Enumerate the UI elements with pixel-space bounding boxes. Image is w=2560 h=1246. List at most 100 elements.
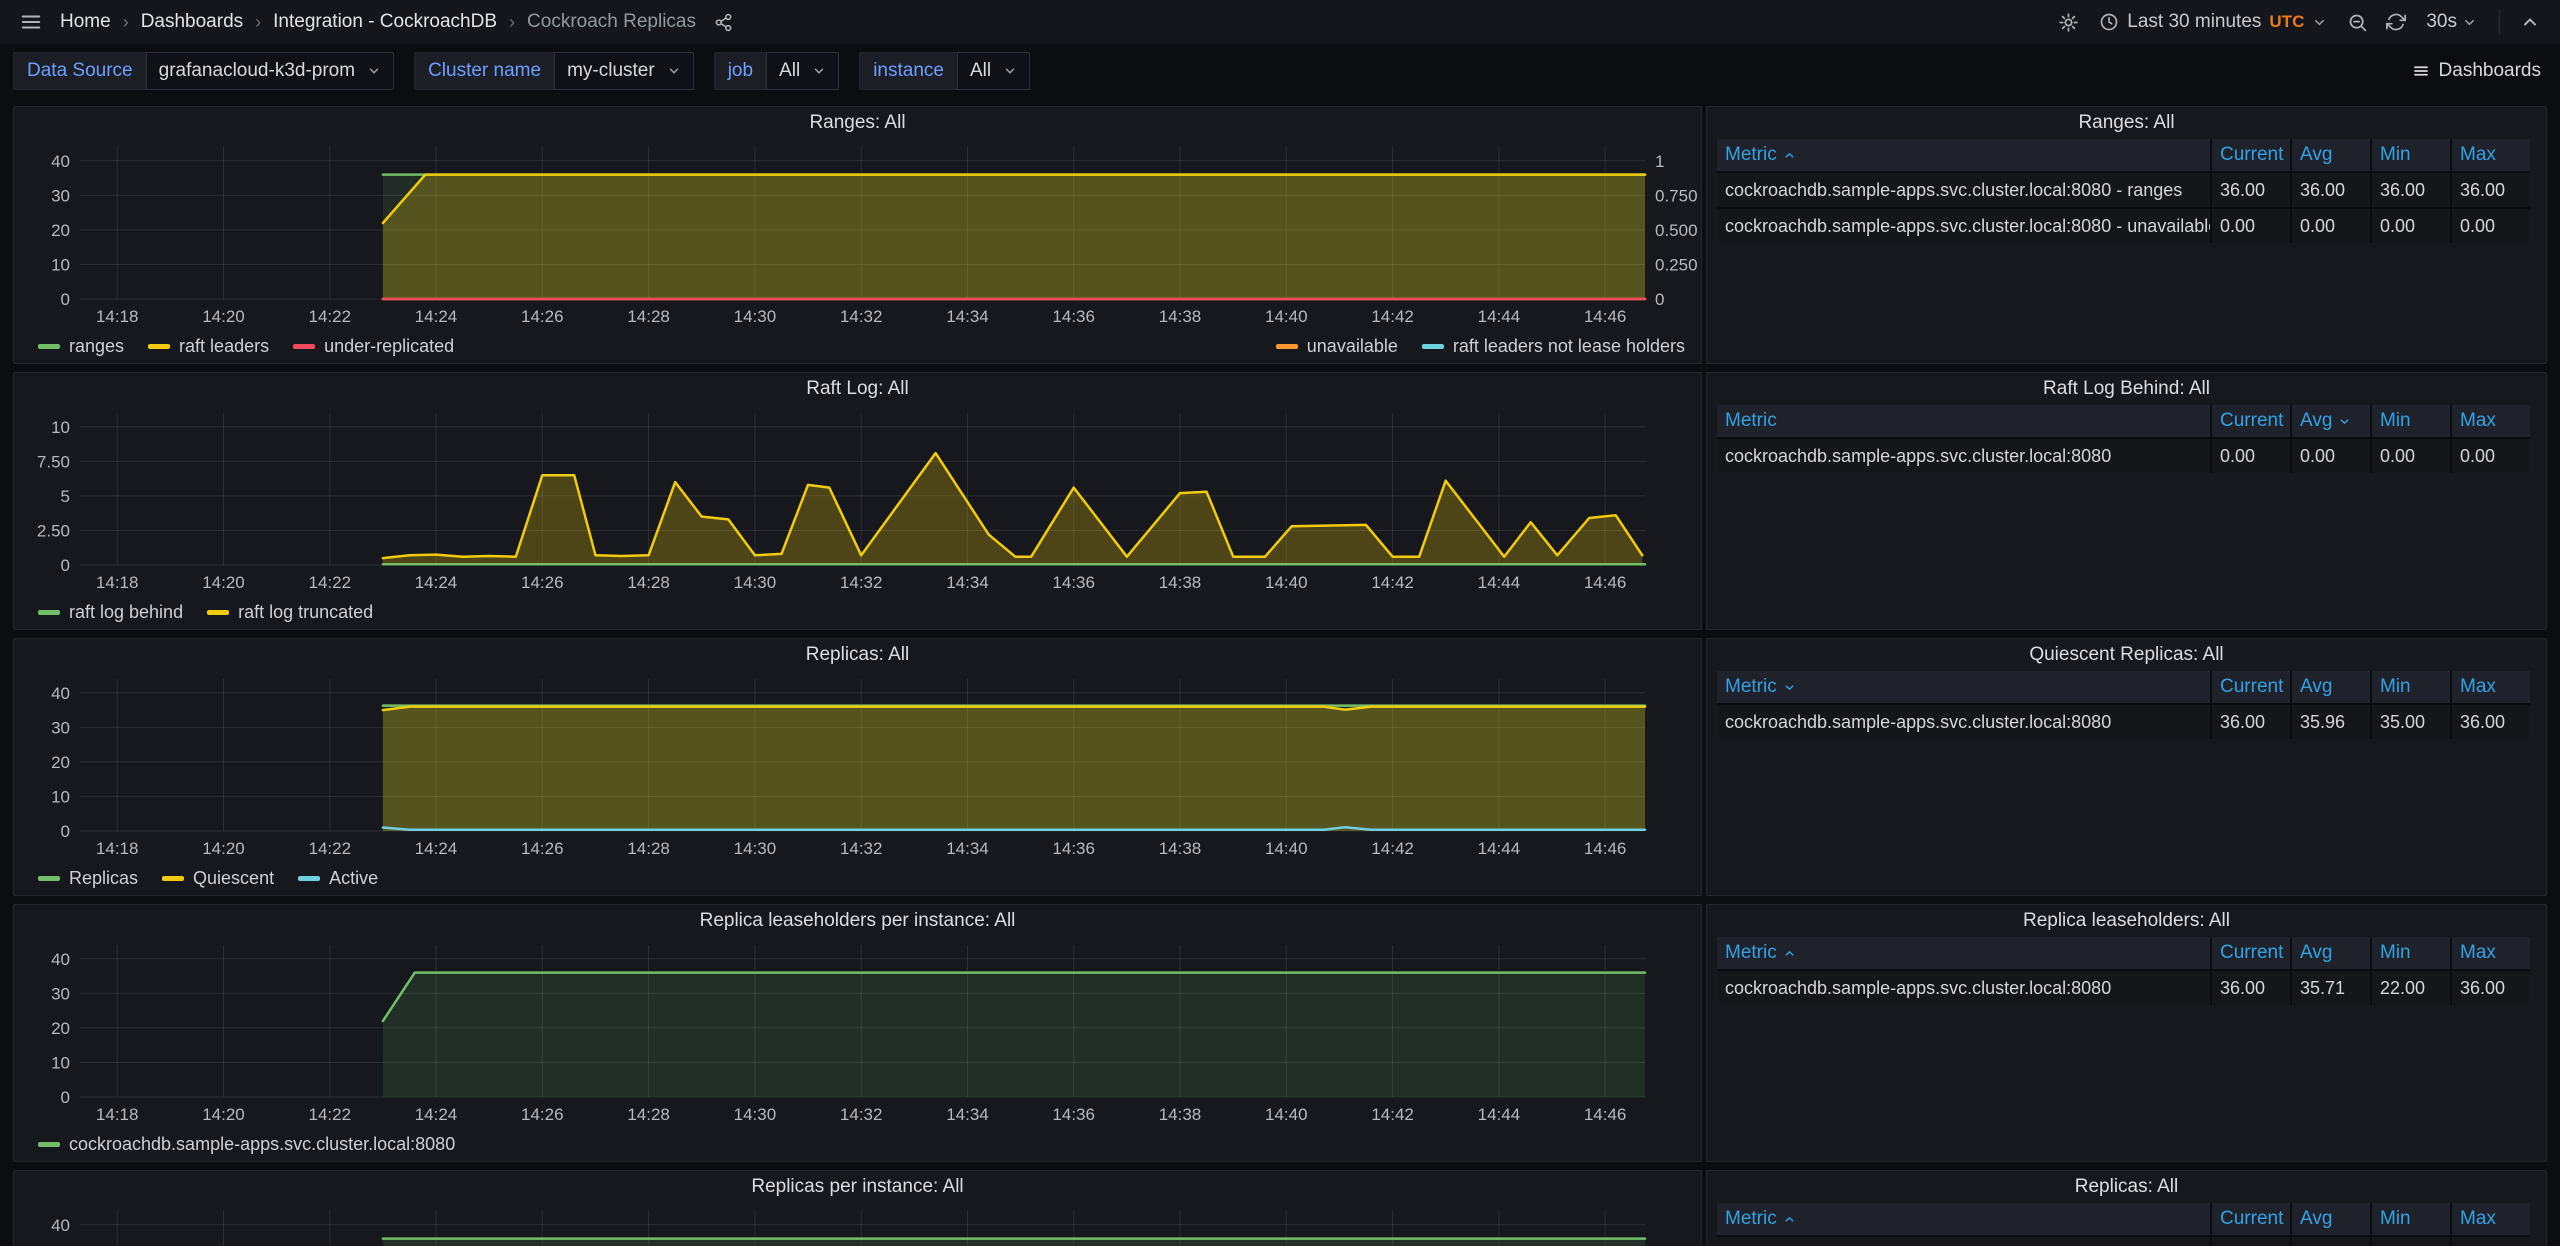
column-header-metric[interactable]: Metric: [1717, 671, 2210, 703]
chart-plot-area[interactable]: 14:1814:2014:2214:2414:2614:2814:3014:32…: [14, 139, 1701, 329]
column-header-current[interactable]: Current: [2212, 937, 2290, 969]
svg-text:14:44: 14:44: [1478, 1105, 1521, 1124]
legend-item[interactable]: raft log truncated: [207, 602, 373, 623]
svg-text:14:46: 14:46: [1584, 839, 1627, 858]
time-range-picker[interactable]: Last 30 minutes UTC: [2093, 7, 2333, 37]
svg-text:14:46: 14:46: [1584, 1105, 1627, 1124]
panel-title[interactable]: Replicas: All: [14, 639, 1701, 671]
svg-text:14:30: 14:30: [734, 307, 777, 326]
value-cell: 36.00: [2292, 1237, 2370, 1246]
column-header-avg[interactable]: Avg: [2292, 671, 2370, 703]
value-cell: 36.00: [2372, 1237, 2450, 1246]
breadcrumb-dashboards[interactable]: Dashboards: [141, 11, 243, 33]
column-header-min[interactable]: Min: [2372, 405, 2450, 437]
chart-canvas[interactable]: 14:1814:2014:2214:2414:2614:2814:3014:32…: [14, 937, 1701, 1127]
menu-icon[interactable]: [16, 7, 46, 37]
legend-item[interactable]: Quiescent: [162, 868, 274, 889]
column-header-avg[interactable]: Avg: [2292, 139, 2370, 171]
value-cell: 36.00: [2452, 173, 2530, 207]
filter-instance-value: All: [970, 60, 991, 82]
svg-text:14:44: 14:44: [1478, 307, 1521, 326]
column-header-max[interactable]: Max: [2452, 139, 2530, 171]
chart-plot-area[interactable]: 14:1814:2014:2214:2414:2614:2814:3014:32…: [14, 1203, 1701, 1246]
panel-title[interactable]: Raft Log: All: [14, 373, 1701, 405]
value-cell: 36.00: [2212, 173, 2290, 207]
column-header-label: Avg: [2300, 676, 2332, 698]
legend-item[interactable]: cockroachdb.sample-apps.svc.cluster.loca…: [38, 1134, 455, 1155]
column-header-label: Min: [2380, 410, 2411, 432]
value-cell: 22.00: [2372, 971, 2450, 1005]
column-header-avg[interactable]: Avg: [2292, 937, 2370, 969]
chart-canvas[interactable]: 14:1814:2014:2214:2414:2614:2814:3014:32…: [14, 139, 1701, 329]
column-header-avg[interactable]: Avg: [2292, 1203, 2370, 1235]
column-header-label: Max: [2460, 144, 2496, 166]
column-header-metric[interactable]: Metric: [1717, 139, 2210, 171]
panel-title[interactable]: Ranges: All: [14, 107, 1701, 139]
panel-title[interactable]: Raft Log Behind: All: [1707, 373, 2546, 405]
column-header-label: Min: [2380, 1208, 2411, 1230]
legend-item[interactable]: Replicas: [38, 868, 138, 889]
column-header-current[interactable]: Current: [2212, 671, 2290, 703]
dashboard-grid: Ranges: All 14:1814:2014:2214:2414:2614:…: [0, 106, 2560, 1246]
column-header-max[interactable]: Max: [2452, 405, 2530, 437]
column-header-current[interactable]: Current: [2212, 139, 2290, 171]
collapse-chevron-up-icon[interactable]: [2516, 8, 2544, 36]
legend-swatch: [38, 876, 60, 881]
legend-group: raft log behind raft log truncated: [38, 602, 373, 623]
column-header-metric[interactable]: Metric: [1717, 1203, 2210, 1235]
chart-legend: Replicas Quiescent Active: [14, 861, 1701, 895]
value-cell: 36.00: [2212, 705, 2290, 739]
column-header-current[interactable]: Current: [2212, 1203, 2290, 1235]
svg-text:0.750: 0.750: [1655, 186, 1698, 205]
chart-canvas[interactable]: 14:1814:2014:2214:2414:2614:2814:3014:32…: [14, 405, 1701, 595]
chart-plot-area[interactable]: 14:1814:2014:2214:2414:2614:2814:3014:32…: [14, 671, 1701, 861]
column-header-metric[interactable]: Metric: [1717, 937, 2210, 969]
panel-title[interactable]: Replicas: All: [1707, 1171, 2546, 1203]
legend-item[interactable]: raft log behind: [38, 602, 183, 623]
sort-desc-icon: [1783, 681, 1796, 694]
dashboards-button[interactable]: Dashboards: [2406, 59, 2547, 83]
filter-instance-select[interactable]: All: [957, 52, 1030, 90]
filter-datasource-select[interactable]: grafanacloud-k3d-prom: [146, 52, 394, 90]
chart-canvas[interactable]: 14:1814:2014:2214:2414:2614:2814:3014:32…: [14, 1203, 1701, 1246]
column-header-min[interactable]: Min: [2372, 937, 2450, 969]
share-icon[interactable]: [710, 9, 737, 36]
panel-title[interactable]: Replicas per instance: All: [14, 1171, 1701, 1203]
panel-title[interactable]: Replica leaseholders per instance: All: [14, 905, 1701, 937]
refresh-interval-picker[interactable]: 30s: [2420, 7, 2483, 37]
breadcrumb-folder[interactable]: Integration - CockroachDB: [273, 11, 497, 33]
filter-cluster-select[interactable]: my-cluster: [554, 52, 694, 90]
svg-text:14:24: 14:24: [415, 307, 458, 326]
legend-item[interactable]: unavailable: [1276, 336, 1398, 357]
panel-title[interactable]: Quiescent Replicas: All: [1707, 639, 2546, 671]
panel-title[interactable]: Replica leaseholders: All: [1707, 905, 2546, 937]
zoom-out-icon[interactable]: [2343, 8, 2372, 37]
column-header-metric[interactable]: Metric: [1717, 405, 2210, 437]
dashboard-settings-icon[interactable]: [2054, 8, 2083, 37]
legend-item[interactable]: under-replicated: [293, 336, 454, 357]
breadcrumb-home[interactable]: Home: [60, 11, 111, 33]
chart-canvas[interactable]: 14:1814:2014:2214:2414:2614:2814:3014:32…: [14, 671, 1701, 861]
column-header-max[interactable]: Max: [2452, 937, 2530, 969]
svg-text:14:18: 14:18: [96, 839, 139, 858]
legend-item[interactable]: Active: [298, 868, 378, 889]
svg-text:14:46: 14:46: [1584, 573, 1627, 592]
column-header-avg[interactable]: Avg: [2292, 405, 2370, 437]
legend-item[interactable]: ranges: [38, 336, 124, 357]
column-header-min[interactable]: Min: [2372, 671, 2450, 703]
panel-title[interactable]: Ranges: All: [1707, 107, 2546, 139]
legend-item[interactable]: raft leaders not lease holders: [1422, 336, 1685, 357]
svg-text:30: 30: [51, 186, 70, 205]
column-header-max[interactable]: Max: [2452, 671, 2530, 703]
column-header-current[interactable]: Current: [2212, 405, 2290, 437]
chart-plot-area[interactable]: 14:1814:2014:2214:2414:2614:2814:3014:32…: [14, 937, 1701, 1127]
svg-text:10: 10: [51, 256, 70, 275]
filter-job-select[interactable]: All: [766, 52, 839, 90]
column-header-max[interactable]: Max: [2452, 1203, 2530, 1235]
legend-item[interactable]: raft leaders: [148, 336, 269, 357]
refresh-icon[interactable]: [2382, 8, 2410, 36]
svg-text:14:18: 14:18: [96, 1105, 139, 1124]
column-header-min[interactable]: Min: [2372, 1203, 2450, 1235]
column-header-min[interactable]: Min: [2372, 139, 2450, 171]
chart-plot-area[interactable]: 14:1814:2014:2214:2414:2614:2814:3014:32…: [14, 405, 1701, 595]
